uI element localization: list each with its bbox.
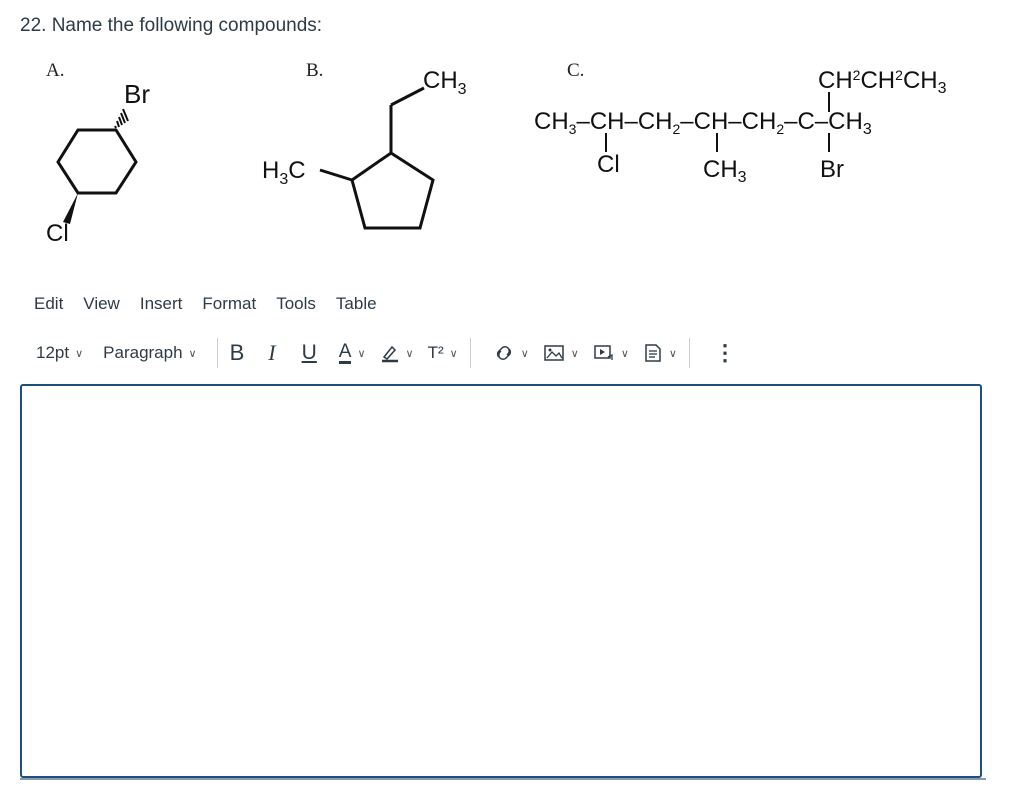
compound-c-structure: CH2CH2CH3 CH3–CH–CH2–CH–CH2–C–CH3 Cl CH3… xyxy=(534,67,947,186)
image-icon xyxy=(544,345,564,361)
chevron-down-icon: ∨ xyxy=(520,347,529,360)
compound-c-main-chain: CH3–CH–CH2–CH–CH2–C–CH3 xyxy=(534,108,872,138)
media-icon xyxy=(594,345,613,360)
compound-c-ch3: CH3 xyxy=(703,156,747,186)
chevron-down-icon: ∨ xyxy=(668,347,677,360)
link-icon xyxy=(496,346,511,360)
highlighter-icon xyxy=(381,345,398,363)
compound-c-top-chain: CH2CH2CH3 xyxy=(818,67,947,97)
compound-a-cl: Cl xyxy=(46,220,69,247)
toolbar-divider xyxy=(688,338,690,368)
font-size-value: 12pt xyxy=(36,343,70,362)
compound-a-br: Br xyxy=(124,79,150,109)
text-color-icon: A xyxy=(338,340,352,364)
editor-bottom-border xyxy=(20,778,986,780)
menu-tools[interactable]: Tools xyxy=(276,294,316,314)
underline-icon: U xyxy=(301,341,317,364)
answer-editor[interactable] xyxy=(20,384,982,778)
editor-toolbar: 12pt ∨ Paragraph ∨ B I U A ∨ ∨ T² ∨ ∨ ∨ … xyxy=(36,336,736,370)
paragraph-value: Paragraph xyxy=(103,343,183,362)
compound-b-ch3: CH3 xyxy=(423,67,467,98)
superscript-icon: T² xyxy=(427,343,444,362)
more-icon: ⋮ xyxy=(713,340,736,365)
toolbar-divider xyxy=(216,338,218,368)
editor-menubar: Edit View Insert Format Tools Table xyxy=(34,294,377,314)
chevron-down-icon: ∨ xyxy=(570,347,579,360)
toolbar-divider xyxy=(469,338,471,368)
link-button[interactable]: ∨ xyxy=(493,343,529,363)
compound-c-cl: Cl xyxy=(597,151,620,178)
document-icon xyxy=(645,344,661,362)
image-button[interactable]: ∨ xyxy=(543,343,579,363)
chevron-down-icon: ∨ xyxy=(620,347,629,360)
document-button[interactable]: ∨ xyxy=(643,343,677,363)
compound-a-structure xyxy=(56,128,138,195)
bold-icon: B xyxy=(229,340,245,365)
italic-icon: I xyxy=(268,340,276,365)
menu-insert[interactable]: Insert xyxy=(140,294,183,314)
italic-button[interactable]: I xyxy=(268,340,275,366)
menu-view[interactable]: View xyxy=(83,294,120,314)
menu-edit[interactable]: Edit xyxy=(34,294,63,314)
bold-button[interactable]: B xyxy=(230,340,245,366)
chevron-down-icon: ∨ xyxy=(449,347,458,360)
media-button[interactable]: ∨ xyxy=(593,343,629,363)
chevron-down-icon: ∨ xyxy=(75,347,84,360)
underline-button[interactable]: U xyxy=(302,341,317,365)
paragraph-select[interactable]: Paragraph ∨ xyxy=(103,343,196,363)
font-size-select[interactable]: 12pt ∨ xyxy=(36,343,83,363)
menu-table[interactable]: Table xyxy=(336,294,377,314)
compound-b-structure xyxy=(319,86,435,230)
superscript-button[interactable]: T² ∨ xyxy=(428,343,458,363)
chevron-down-icon: ∨ xyxy=(405,347,414,360)
text-color-button[interactable]: A ∨ xyxy=(338,340,366,364)
menu-format[interactable]: Format xyxy=(202,294,256,314)
chevron-down-icon: ∨ xyxy=(357,347,366,360)
chemical-structures: Br Cl CH3 H3C CH2CH2CH3 CH3–CH–CH2–CH–CH… xyxy=(46,67,947,247)
more-button[interactable]: ⋮ xyxy=(714,340,736,366)
chevron-down-icon: ∨ xyxy=(188,347,197,360)
compound-c-br: Br xyxy=(820,156,844,183)
compound-a-hashed-wedge xyxy=(114,108,129,129)
highlight-color-button[interactable]: ∨ xyxy=(380,343,414,363)
compound-b-h3c: H3C xyxy=(262,157,306,188)
